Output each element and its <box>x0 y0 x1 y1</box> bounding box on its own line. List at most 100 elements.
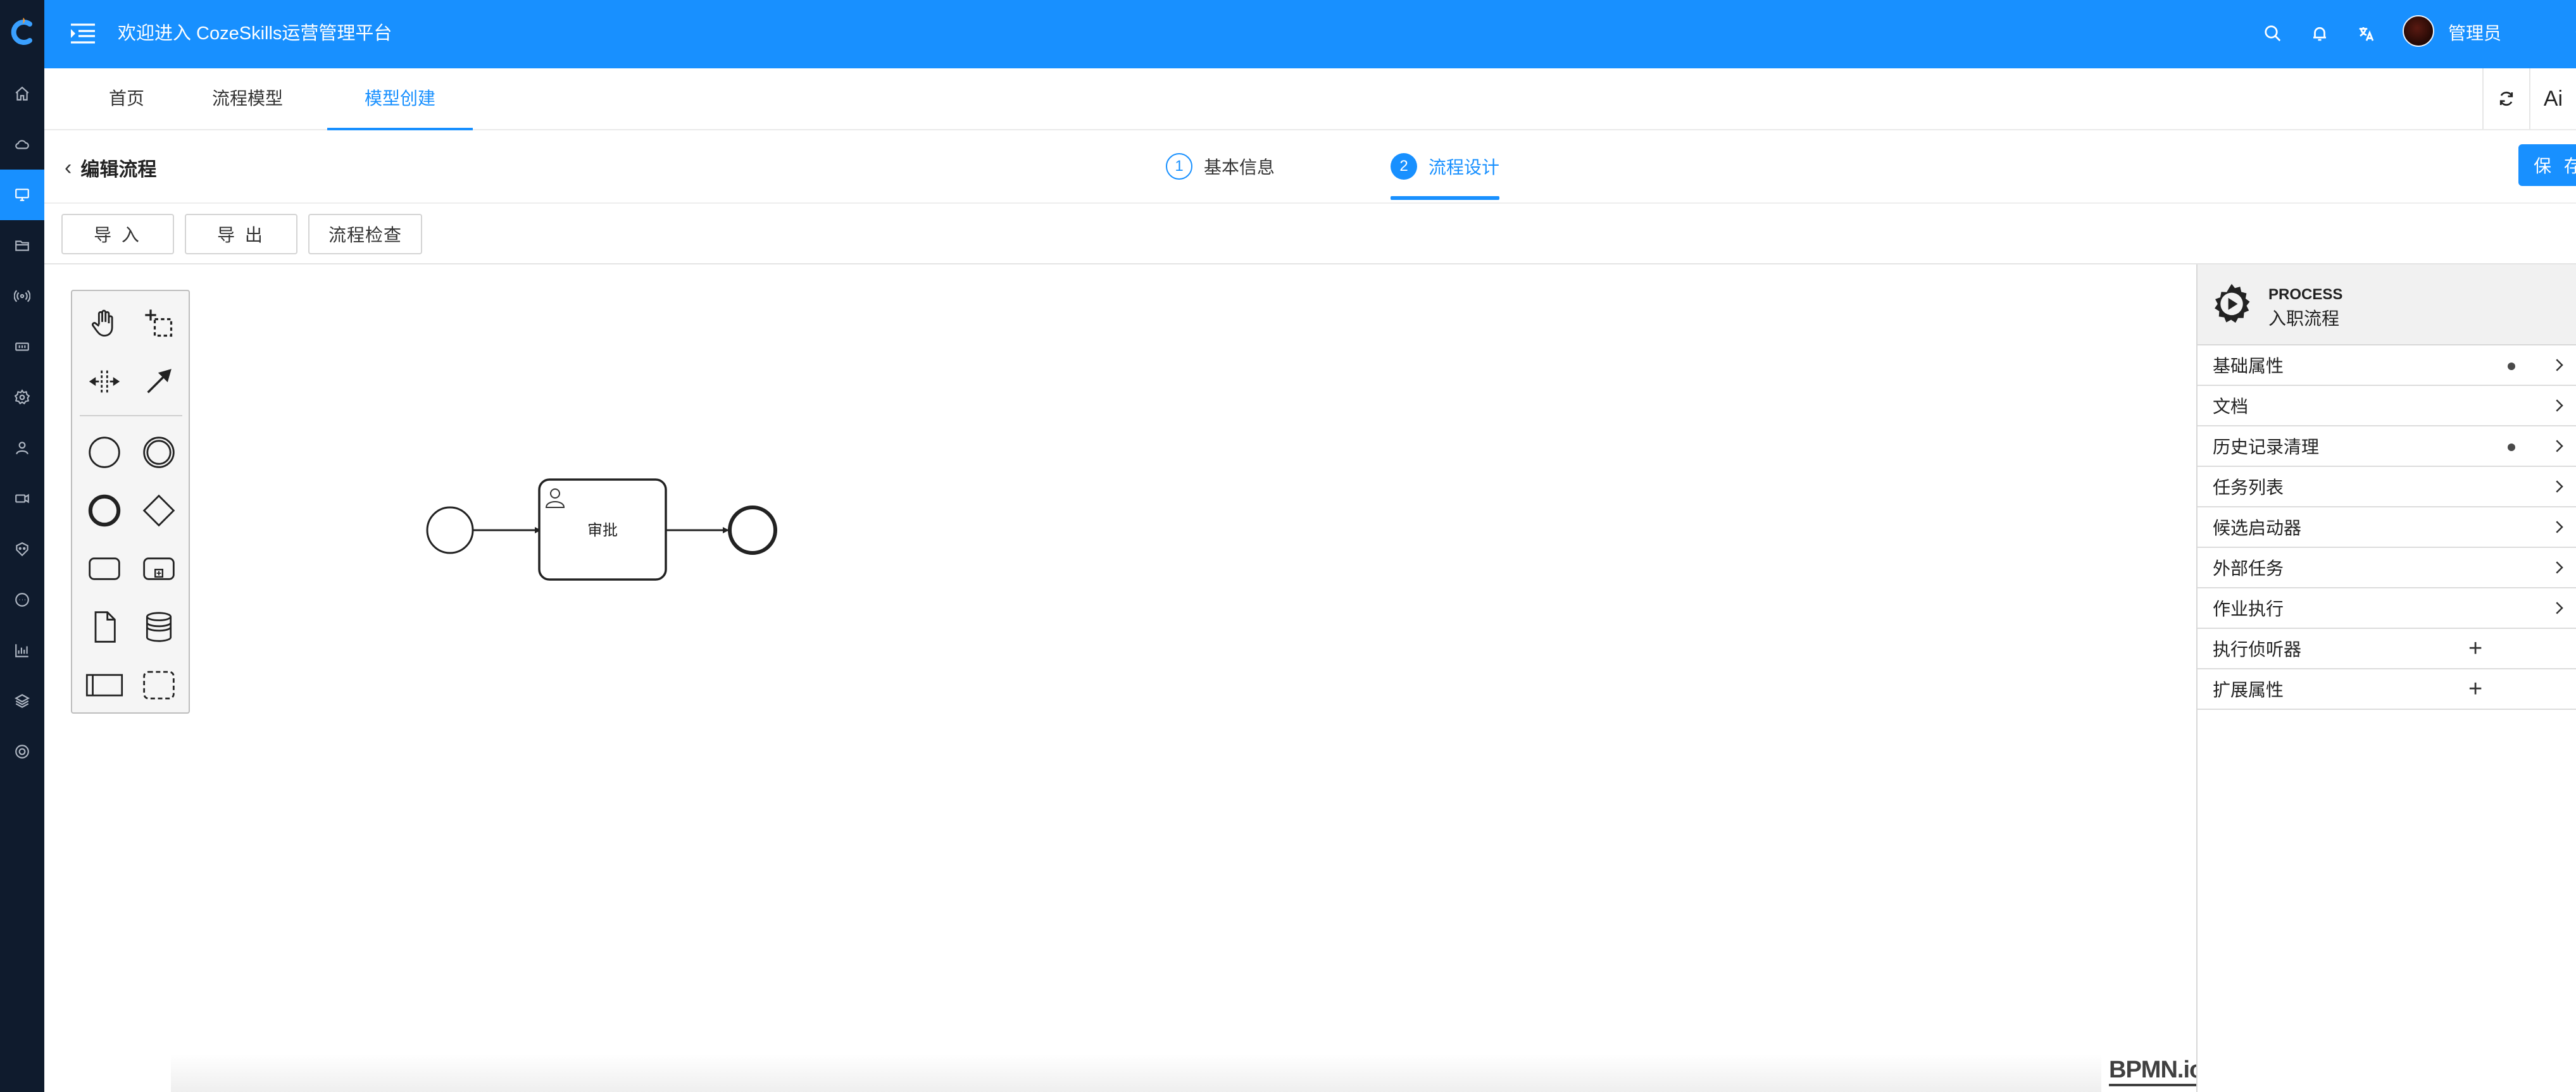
tag-icon <box>15 342 29 351</box>
group-external-task[interactable]: 外部任务 <box>2198 548 2576 588</box>
sidebar-rail <box>0 0 44 1092</box>
avatar[interactable] <box>2403 15 2434 47</box>
diagram-toolbar: 导 入 导 出 流程检查 <box>44 204 2576 264</box>
step-active-indicator <box>1391 196 1499 200</box>
chevron-right-icon <box>2556 399 2563 412</box>
back-button[interactable]: ‹ 编辑流程 <box>65 152 156 183</box>
group-history-cleanup[interactable]: 历史记录清理 <box>2198 426 2576 467</box>
element-name: 入职流程 <box>2268 309 2340 328</box>
group-label: 外部任务 <box>2213 559 2284 578</box>
broadcast-icon <box>14 290 30 302</box>
group-label: 基础属性 <box>2213 356 2284 376</box>
username[interactable]: 管理员 <box>2448 19 2501 48</box>
sidebar-item-chat[interactable] <box>0 574 44 625</box>
cloud-icon <box>15 140 29 149</box>
home-icon <box>15 86 29 101</box>
chevron-right-icon <box>2556 480 2563 493</box>
save-button[interactable]: 保 存 <box>2518 144 2576 186</box>
aperture-icon <box>15 745 29 759</box>
sidebar-item-cloud[interactable] <box>0 119 44 170</box>
data-indicator-dot <box>2508 363 2515 370</box>
bpmn-io-logo[interactable]: BPMN.io <box>2109 1057 2204 1086</box>
group-label: 历史记录清理 <box>2213 437 2320 457</box>
step-number: 1 <box>1166 153 1192 180</box>
back-label: 编辑流程 <box>80 159 157 180</box>
group-task-list[interactable]: 任务列表 <box>2198 467 2576 507</box>
bpmn-canvas[interactable]: 审批 BPMN.io <box>44 264 2204 1092</box>
element-type: PROCESS <box>2268 286 2343 303</box>
editor-header: ‹ 编辑流程 1 基本信息 2 流程设计 保 存 <box>44 130 2576 204</box>
monitor-icon <box>15 189 29 201</box>
canvas-bottom-shadow <box>171 1054 2101 1092</box>
group-label: 作业执行 <box>2213 599 2284 619</box>
tab-home[interactable]: 首页 <box>95 68 158 130</box>
start-event[interactable] <box>426 506 474 554</box>
group-extension-properties[interactable]: 扩展属性 + <box>2198 669 2576 710</box>
sidebar-item-folder[interactable] <box>0 220 44 271</box>
step-label: 基本信息 <box>1204 158 1275 177</box>
chat-icon <box>15 593 29 607</box>
group-documentation[interactable]: 文档 <box>2198 386 2576 426</box>
ai-button[interactable]: Ai <box>2529 68 2576 129</box>
menu-fold-button[interactable] <box>68 19 97 48</box>
group-job-execution[interactable]: 作业执行 <box>2198 588 2576 629</box>
process-check-button[interactable]: 流程检查 <box>308 214 422 254</box>
export-button[interactable]: 导 出 <box>185 214 297 254</box>
search-icon <box>2265 25 2281 42</box>
bell-icon <box>2313 27 2326 41</box>
translate-icon <box>2359 27 2374 41</box>
sidebar-item-monitor[interactable] <box>0 170 44 220</box>
chart-icon <box>15 644 28 657</box>
chevron-right-icon <box>2556 561 2563 574</box>
task-label: 审批 <box>587 522 618 539</box>
chevron-right-icon <box>2556 521 2563 533</box>
tab-model-create[interactable]: 模型创建 <box>327 68 473 130</box>
group-candidate-starter[interactable]: 候选启动器 <box>2198 507 2576 548</box>
import-button[interactable]: 导 入 <box>61 214 174 254</box>
step-basic-info[interactable]: 1 基本信息 <box>1166 149 1275 183</box>
settings-icon <box>14 389 30 405</box>
properties-panel: PROCESS 入职流程 基础属性 文档 历史记录清理 任务列表 候选启动器 外… <box>2196 264 2576 1092</box>
group-label: 文档 <box>2213 397 2249 416</box>
chevron-right-icon <box>2556 440 2563 452</box>
search-button[interactable] <box>2258 19 2287 48</box>
group-execution-listeners[interactable]: 执行侦听器 + <box>2198 629 2576 669</box>
refresh-button[interactable] <box>2482 68 2529 129</box>
group-label: 扩展属性 <box>2213 680 2284 700</box>
sidebar-item-layers[interactable] <box>0 676 44 726</box>
top-header: 欢迎进入 CozeSkills运营管理平台 管理员 <box>44 0 2576 68</box>
sidebar-item-user[interactable] <box>0 423 44 473</box>
sidebar-item-chart[interactable] <box>0 625 44 676</box>
sidebar-item-tag[interactable] <box>0 321 44 372</box>
bpmn-diagram <box>426 478 777 581</box>
group-label: 执行侦听器 <box>2213 640 2302 659</box>
tab-process-model[interactable]: 流程模型 <box>194 68 301 130</box>
chevron-right-icon <box>2556 602 2563 614</box>
properties-header: PROCESS 入职流程 <box>2198 264 2576 345</box>
step-process-design[interactable]: 2 流程设计 <box>1391 149 1499 183</box>
video-icon <box>15 493 29 504</box>
sidebar-item-aperture[interactable] <box>0 726 44 777</box>
folder-icon <box>15 240 29 251</box>
app-logo[interactable] <box>0 0 44 63</box>
sidebar-item-video[interactable] <box>0 473 44 524</box>
sidebar-item-robot[interactable] <box>0 524 44 574</box>
user-icon <box>16 442 28 455</box>
end-event[interactable] <box>728 506 777 555</box>
chevron-right-icon <box>2556 359 2563 371</box>
sidebar-item-broadcast[interactable] <box>0 271 44 321</box>
step-label: 流程设计 <box>1429 158 1500 177</box>
sidebar-item-settings[interactable] <box>0 372 44 423</box>
process-gear-icon <box>2215 283 2250 323</box>
group-basic-properties[interactable]: 基础属性 <box>2198 345 2576 386</box>
add-icon[interactable]: + <box>2468 636 2482 661</box>
sidebar-item-home[interactable] <box>0 68 44 119</box>
menu-fold-icon <box>71 23 95 44</box>
chevron-left-icon: ‹ <box>65 155 72 180</box>
notification-button[interactable] <box>2305 19 2334 48</box>
page-title: 欢迎进入 CozeSkills运营管理平台 <box>118 23 392 44</box>
language-button[interactable] <box>2352 19 2381 48</box>
tab-tools: Ai <box>2482 68 2576 129</box>
add-icon[interactable]: + <box>2468 677 2482 701</box>
settings-button[interactable] <box>2571 19 2576 48</box>
